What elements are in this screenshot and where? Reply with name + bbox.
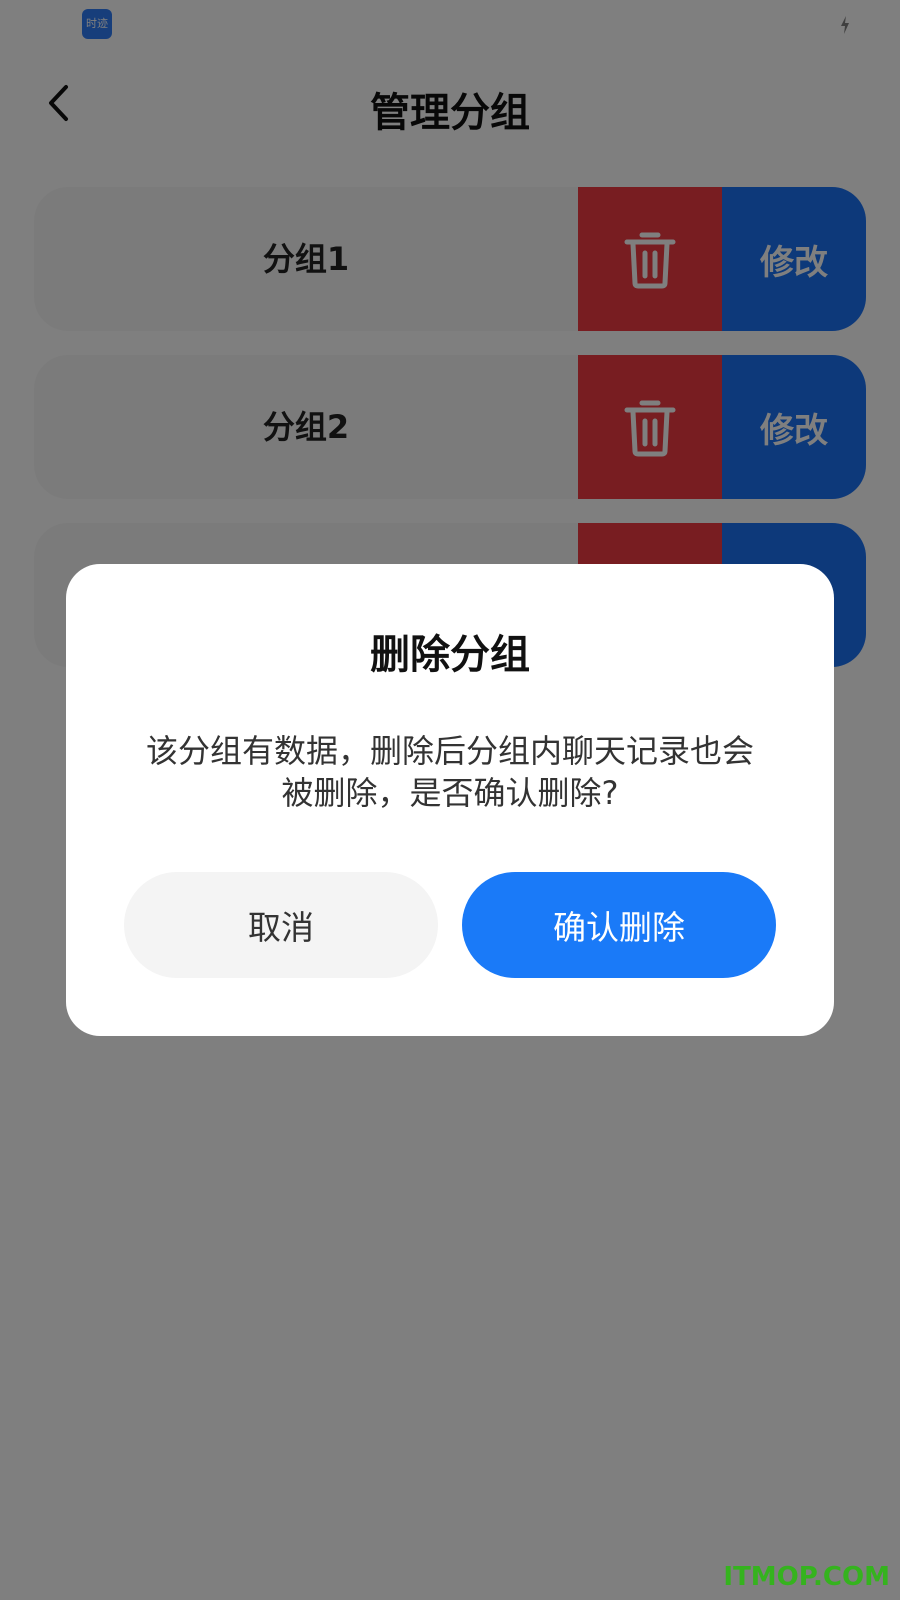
dialog-message-line: 被删除，是否确认删除? bbox=[281, 774, 619, 812]
delete-group-dialog: 删除分组 该分组有数据，删除后分组内聊天记录也会 被删除，是否确认删除? 取消 … bbox=[66, 564, 834, 1036]
watermark: ITMOP.COM bbox=[723, 1562, 890, 1592]
dialog-message-line: 该分组有数据，删除后分组内聊天记录也会 bbox=[145, 732, 754, 770]
dialog-title: 删除分组 bbox=[370, 632, 530, 678]
cancel-button[interactable]: 取消 bbox=[124, 872, 438, 978]
dialog-message: 该分组有数据，删除后分组内聊天记录也会 被删除，是否确认删除? bbox=[122, 730, 778, 814]
confirm-delete-button[interactable]: 确认删除 bbox=[462, 872, 776, 978]
